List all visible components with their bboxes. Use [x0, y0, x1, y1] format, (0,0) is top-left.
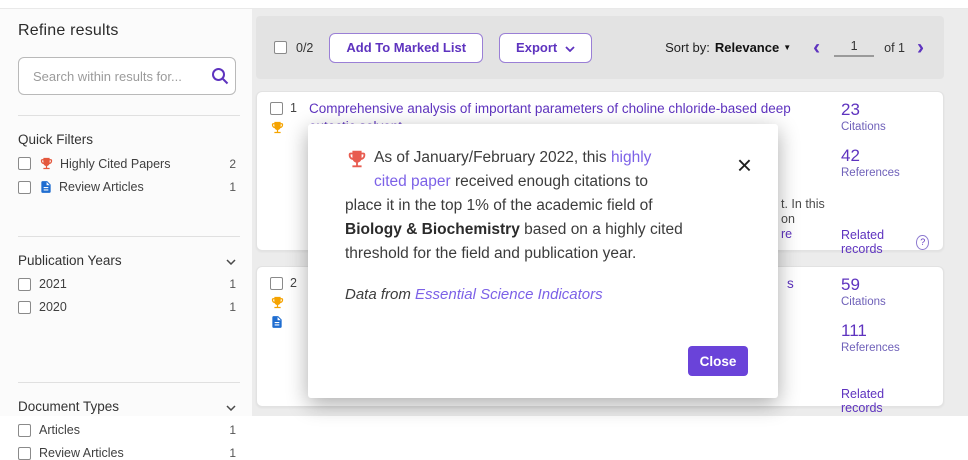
result-stats: 23 Citations 42 References Related recor…: [841, 92, 929, 250]
filter-count: 1: [229, 180, 236, 194]
filter-label: Review Articles: [59, 180, 144, 194]
search-icon[interactable]: [211, 67, 229, 85]
filter-count: 1: [229, 277, 236, 291]
filter-count: 1: [229, 446, 236, 460]
divider: [18, 236, 240, 237]
refine-sidebar: Refine results Quick Filters Highly Cite…: [0, 9, 252, 416]
export-button[interactable]: Export: [499, 33, 592, 63]
refine-results-title: Refine results: [18, 22, 236, 40]
checkbox[interactable]: [18, 278, 31, 291]
references-label: References: [841, 166, 929, 180]
page-number-input[interactable]: 1: [834, 39, 874, 57]
trophy-icon: [270, 295, 285, 310]
selection-count: 0/2: [296, 41, 313, 55]
filter-count: 2: [229, 157, 236, 171]
modal-description: As of January/February 2022, this highly…: [345, 146, 683, 266]
related-records-link[interactable]: Related records ?: [841, 228, 929, 256]
trophy-icon: [345, 148, 369, 178]
result-index: 2: [290, 276, 297, 290]
quick-filters-title: Quick Filters: [18, 132, 93, 147]
document-icon: [270, 315, 284, 329]
chevron-down-icon[interactable]: [226, 253, 236, 268]
essential-science-indicators-link[interactable]: Essential Science Indicators: [415, 286, 603, 303]
link-fragment[interactable]: re: [781, 227, 792, 242]
divider: [18, 382, 240, 383]
references-label: References: [841, 341, 929, 355]
modal-text-before: As of January/February 2022, this: [374, 149, 611, 166]
document-types-title: Document Types: [18, 399, 119, 414]
publication-years-header[interactable]: Publication Years: [18, 253, 236, 268]
top-divider: [0, 0, 968, 9]
references-count[interactable]: 111: [841, 321, 929, 341]
sort-value[interactable]: Relevance: [715, 40, 779, 55]
checkbox[interactable]: [18, 424, 31, 437]
checkbox[interactable]: [18, 181, 31, 194]
document-icon: [39, 180, 53, 194]
search-input[interactable]: [31, 68, 211, 85]
filter-review-articles[interactable]: Review Articles 1: [18, 180, 236, 194]
checkbox[interactable]: [18, 447, 31, 460]
search-within-results-box[interactable]: [18, 57, 236, 95]
filter-year-2021[interactable]: 2021 1: [18, 277, 236, 291]
citations-count[interactable]: 59: [841, 275, 929, 295]
data-from-line: Data from Essential Science Indicators: [345, 286, 603, 303]
data-from-prefix: Data from: [345, 286, 415, 303]
related-records-label: Related records: [841, 228, 912, 256]
chevron-down-icon[interactable]: [226, 399, 236, 414]
page-next-icon[interactable]: ›: [915, 37, 926, 58]
document-types-header[interactable]: Document Types: [18, 399, 236, 414]
highly-cited-paper-modal: × As of January/February 2022, this high…: [308, 124, 778, 398]
divider: [18, 115, 240, 116]
trophy-icon: [39, 156, 54, 171]
citations-label: Citations: [841, 295, 929, 309]
filter-count: 1: [229, 300, 236, 314]
result-stats: 59 Citations 111 References Related reco…: [841, 267, 929, 406]
filter-articles[interactable]: Articles 1: [18, 423, 236, 437]
filter-label: Review Articles: [39, 446, 124, 460]
help-icon[interactable]: ?: [916, 235, 929, 250]
modal-field-name: Biology & Biochemistry: [345, 221, 520, 238]
citations-label: Citations: [841, 120, 929, 134]
result-checkbox[interactable]: [270, 102, 283, 115]
page-previous-icon[interactable]: ‹: [811, 37, 822, 58]
trophy-icon: [270, 120, 285, 135]
export-label: Export: [516, 40, 557, 55]
citations-count[interactable]: 23: [841, 100, 929, 120]
filter-year-2020[interactable]: 2020 1: [18, 300, 236, 314]
filter-label: 2021: [39, 277, 67, 291]
result-checkbox[interactable]: [270, 277, 283, 290]
filter-count: 1: [229, 423, 236, 437]
filter-label: 2020: [39, 300, 67, 314]
abstract-fragment: on: [781, 212, 795, 227]
sort-by-label: Sort by:: [665, 40, 710, 55]
related-records-link[interactable]: Related records: [841, 387, 929, 415]
references-count[interactable]: 42: [841, 146, 929, 166]
filter-review-articles-type[interactable]: Review Articles 1: [18, 446, 236, 460]
chevron-down-icon: [565, 40, 575, 55]
close-icon[interactable]: ×: [737, 152, 752, 178]
filter-label: Articles: [39, 423, 80, 437]
abstract-fragment: t. In this: [781, 197, 825, 212]
result-select-column: 2: [257, 267, 309, 406]
publication-years-title: Publication Years: [18, 253, 122, 268]
filter-label: Highly Cited Papers: [60, 157, 170, 171]
quick-filters-header: Quick Filters: [18, 132, 236, 147]
result-index: 1: [290, 101, 297, 115]
result-title-fragment[interactable]: s: [787, 275, 794, 293]
checkbox[interactable]: [18, 157, 31, 170]
result-select-column: 1: [257, 92, 309, 250]
checkbox[interactable]: [18, 301, 31, 314]
related-records-label: Related records: [841, 387, 929, 415]
select-all-checkbox[interactable]: [274, 41, 287, 54]
results-toolbar: 0/2 Add To Marked List Export Sort by: R…: [256, 16, 944, 79]
add-to-marked-list-button[interactable]: Add To Marked List: [329, 33, 483, 63]
close-button[interactable]: Close: [688, 346, 748, 376]
sort-caret-icon[interactable]: ▼: [783, 43, 791, 52]
filter-highly-cited-papers[interactable]: Highly Cited Papers 2: [18, 156, 236, 171]
page-of-label: of 1: [884, 41, 905, 55]
